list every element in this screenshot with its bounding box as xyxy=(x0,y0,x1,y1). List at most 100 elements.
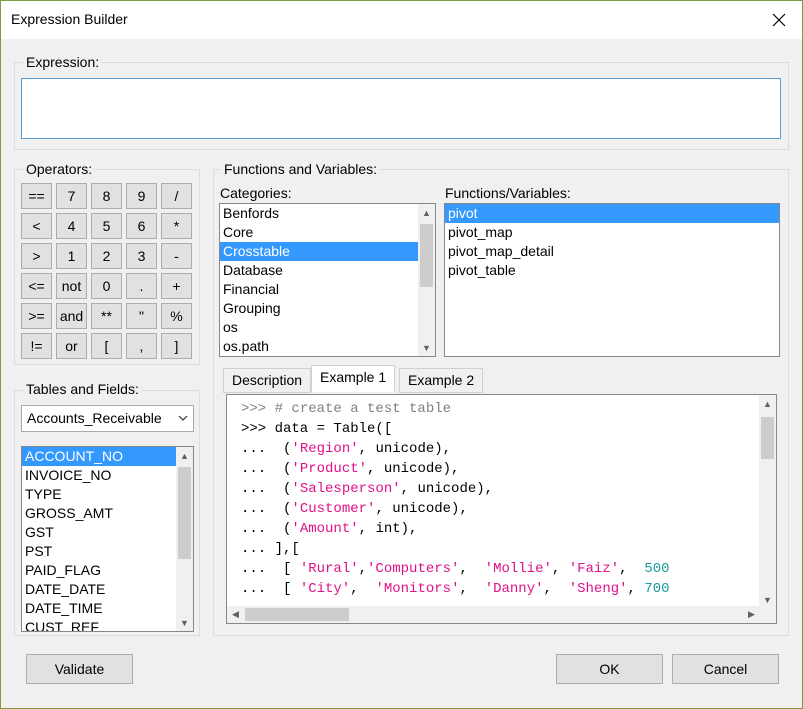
field-list-item[interactable]: INVOICE_NO xyxy=(22,466,193,485)
scroll-up-icon[interactable]: ▲ xyxy=(176,447,193,464)
code-token: 'Amount' xyxy=(291,521,359,537)
categories-list[interactable]: Benfords Core Crosstable Database Financial G… xyxy=(219,203,436,357)
fields-scroll-thumb[interactable] xyxy=(178,467,191,559)
table-select[interactable]: Accounts_Receivable xyxy=(21,405,194,432)
validate-button[interactable]: Validate xyxy=(26,654,133,684)
fields-scrollbar[interactable]: ▲ ▼ xyxy=(176,447,193,631)
operator-button[interactable]: [ xyxy=(91,333,122,359)
ok-button[interactable]: OK xyxy=(556,654,663,684)
operator-button[interactable]: * xyxy=(161,213,192,239)
operator-button[interactable]: and xyxy=(56,303,87,329)
code-token: , unicode), xyxy=(358,441,452,457)
operator-button[interactable]: > xyxy=(21,243,52,269)
operator-button[interactable]: / xyxy=(161,183,192,209)
expression-input[interactable] xyxy=(21,78,781,139)
scroll-left-icon[interactable]: ◀ xyxy=(227,606,244,623)
fields-list[interactable]: ACCOUNT_NO INVOICE_NO TYPE GROSS_AMT GST PST P… xyxy=(21,446,194,632)
code-token: , xyxy=(350,581,376,597)
operator-button[interactable]: . xyxy=(126,273,157,299)
code-token: , xyxy=(459,561,485,577)
operator-button[interactable]: or xyxy=(56,333,87,359)
operator-button[interactable]: 3 xyxy=(126,243,157,269)
operator-button[interactable]: 8 xyxy=(91,183,122,209)
categories-scrollbar[interactable]: ▲ ▼ xyxy=(418,204,435,356)
code-token: , xyxy=(459,581,485,597)
code-horizontal-scrollbar[interactable]: ◀ ▶ xyxy=(227,606,760,623)
code-vertical-scrollbar[interactable]: ▲ ▼ xyxy=(759,395,776,608)
operator-button[interactable]: >= xyxy=(21,303,52,329)
code-token: 700 xyxy=(644,581,670,597)
code-token: 'Rural' xyxy=(299,561,359,577)
operator-button[interactable]: 6 xyxy=(126,213,157,239)
code-hscroll-thumb[interactable] xyxy=(245,608,349,621)
code-vscroll-thumb[interactable] xyxy=(761,417,774,459)
category-list-item[interactable]: Financial xyxy=(220,280,435,299)
cancel-button[interactable]: Cancel xyxy=(672,654,779,684)
code-token: ... ( xyxy=(241,441,292,457)
functions-variables-list[interactable]: pivot pivot_map pivot_map_detail pivot_tabl… xyxy=(444,203,780,357)
operator-button[interactable]: <= xyxy=(21,273,52,299)
operator-button[interactable]: 1 xyxy=(56,243,87,269)
category-list-item[interactable]: Core xyxy=(220,223,435,242)
scroll-down-icon[interactable]: ▼ xyxy=(176,614,193,631)
field-list-item[interactable]: GROSS_AMT xyxy=(22,504,193,523)
operator-button[interactable]: != xyxy=(21,333,52,359)
operator-button[interactable]: < xyxy=(21,213,52,239)
operator-button[interactable]: , xyxy=(126,333,157,359)
category-list-item[interactable]: Benfords xyxy=(220,204,435,223)
category-list-item[interactable]: os.path xyxy=(220,337,435,356)
scroll-up-icon[interactable]: ▲ xyxy=(418,204,435,221)
code-token: , xyxy=(551,561,569,577)
operator-button[interactable]: == xyxy=(21,183,52,209)
function-list-item[interactable]: pivot_table xyxy=(445,261,779,280)
code-token: 'Salesperson' xyxy=(291,481,401,497)
operator-button[interactable]: ] xyxy=(161,333,192,359)
code-token: 'Region' xyxy=(291,441,359,457)
field-list-item[interactable]: ACCOUNT_NO xyxy=(22,447,193,466)
code-token: , xyxy=(619,561,645,577)
operator-button[interactable]: " xyxy=(126,303,157,329)
tab-description[interactable]: Description xyxy=(223,368,312,393)
field-list-item[interactable]: TYPE xyxy=(22,485,193,504)
example-code-view[interactable]: >>> # create a test table >>> data = Tabl… xyxy=(226,394,777,624)
tab-example-2[interactable]: Example 2 xyxy=(399,368,484,393)
category-list-item[interactable]: Grouping xyxy=(220,299,435,318)
code-token: # create a test table xyxy=(274,401,452,417)
operator-button[interactable]: - xyxy=(161,243,192,269)
window-title: Expression Builder xyxy=(11,11,128,27)
category-list-item[interactable]: Crosstable xyxy=(220,242,435,261)
code-token: , unicode), xyxy=(400,481,494,497)
function-list-item[interactable]: pivot_map xyxy=(445,223,779,242)
table-select-value: Accounts_Receivable xyxy=(27,410,162,426)
field-list-item[interactable]: PST xyxy=(22,542,193,561)
code-line: ... [ 'Rural','Computers', 'Mollie', 'Fa… xyxy=(241,559,761,579)
operator-button[interactable]: 0 xyxy=(91,273,122,299)
code-token: , int), xyxy=(358,521,418,537)
field-list-item[interactable]: CUST_REF xyxy=(22,618,193,631)
operator-button[interactable]: 7 xyxy=(56,183,87,209)
operator-button[interactable]: 5 xyxy=(91,213,122,239)
function-list-item[interactable]: pivot_map_detail xyxy=(445,242,779,261)
code-token: >>> xyxy=(241,401,275,417)
operator-button[interactable]: 4 xyxy=(56,213,87,239)
scroll-right-icon[interactable]: ▶ xyxy=(743,606,760,623)
categories-scroll-thumb[interactable] xyxy=(420,224,433,287)
field-list-item[interactable]: PAID_FLAG xyxy=(22,561,193,580)
code-token: 500 xyxy=(644,561,670,577)
scroll-down-icon[interactable]: ▼ xyxy=(418,339,435,356)
operator-button[interactable]: not xyxy=(56,273,87,299)
category-list-item[interactable]: Database xyxy=(220,261,435,280)
category-list-item[interactable]: os xyxy=(220,318,435,337)
close-button[interactable] xyxy=(756,1,802,39)
operator-button[interactable]: 9 xyxy=(126,183,157,209)
tab-example-1[interactable]: Example 1 xyxy=(311,365,396,392)
operator-button[interactable]: ** xyxy=(91,303,122,329)
operator-button[interactable]: + xyxy=(161,273,192,299)
field-list-item[interactable]: DATE_DATE xyxy=(22,580,193,599)
field-list-item[interactable]: DATE_TIME xyxy=(22,599,193,618)
scroll-up-icon[interactable]: ▲ xyxy=(759,395,776,412)
operator-button[interactable]: 2 xyxy=(91,243,122,269)
operator-button[interactable]: % xyxy=(161,303,192,329)
function-list-item[interactable]: pivot xyxy=(445,204,779,223)
field-list-item[interactable]: GST xyxy=(22,523,193,542)
